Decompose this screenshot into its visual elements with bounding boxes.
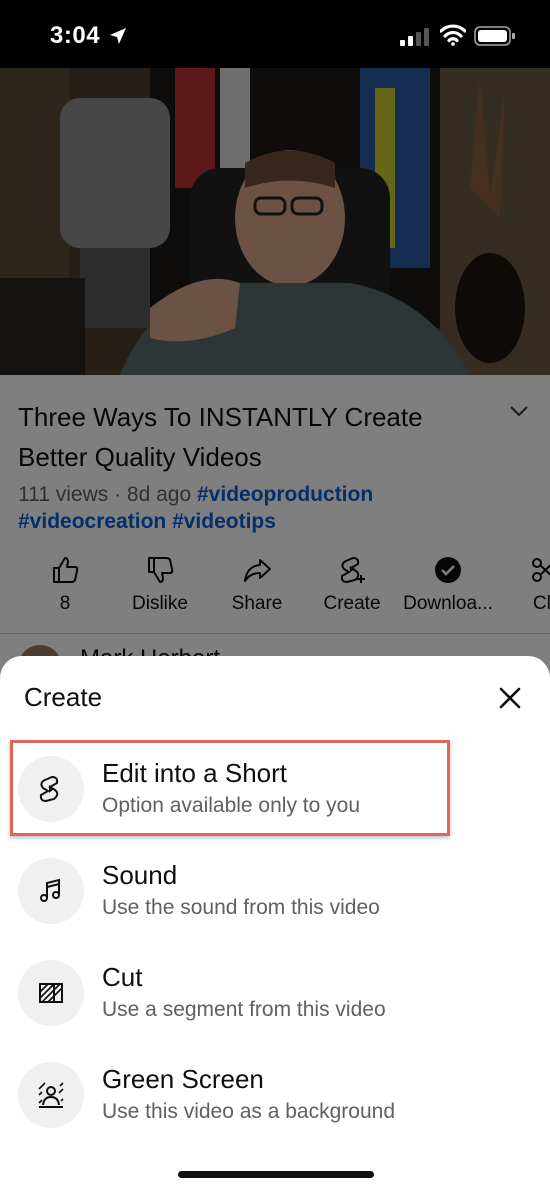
wifi-icon bbox=[440, 24, 466, 46]
cellular-signal-icon bbox=[400, 28, 429, 46]
option-icon-circle bbox=[18, 858, 84, 924]
option-green-screen[interactable]: Green Screen Use this video as a backgro… bbox=[0, 1048, 550, 1144]
status-time: 3:04 bbox=[50, 22, 101, 49]
option-sound[interactable]: Sound Use the sound from this video bbox=[0, 844, 550, 940]
location-arrow-icon bbox=[110, 28, 126, 44]
option-description: Use this video as a background bbox=[102, 1100, 396, 1123]
option-cut[interactable]: Cut Use a segment from this video bbox=[0, 946, 550, 1042]
create-sheet: Create Edit into a Short Option availabl… bbox=[0, 656, 550, 1190]
option-description: Use the sound from this video bbox=[102, 896, 380, 919]
option-icon-circle bbox=[18, 1062, 84, 1128]
option-icon-circle bbox=[18, 960, 84, 1026]
shorts-icon bbox=[39, 775, 59, 803]
close-icon[interactable] bbox=[496, 684, 524, 712]
option-description: Use a segment from this video bbox=[102, 998, 386, 1021]
option-label: Sound bbox=[102, 860, 178, 890]
option-edit-into-short[interactable]: Edit into a Short Option available only … bbox=[0, 742, 550, 838]
home-indicator[interactable] bbox=[178, 1171, 374, 1178]
green-screen-icon bbox=[38, 1082, 64, 1108]
option-label: Cut bbox=[102, 962, 143, 992]
status-bar: 3:04 bbox=[0, 0, 550, 68]
option-label: Edit into a Short bbox=[102, 758, 287, 788]
cut-segment-icon bbox=[39, 983, 63, 1003]
sheet-title: Create bbox=[24, 682, 103, 712]
battery-icon bbox=[474, 26, 515, 46]
option-icon-circle bbox=[18, 756, 84, 822]
option-description: Option available only to you bbox=[102, 794, 360, 817]
music-note-icon bbox=[40, 878, 60, 902]
option-label: Green Screen bbox=[102, 1064, 264, 1094]
